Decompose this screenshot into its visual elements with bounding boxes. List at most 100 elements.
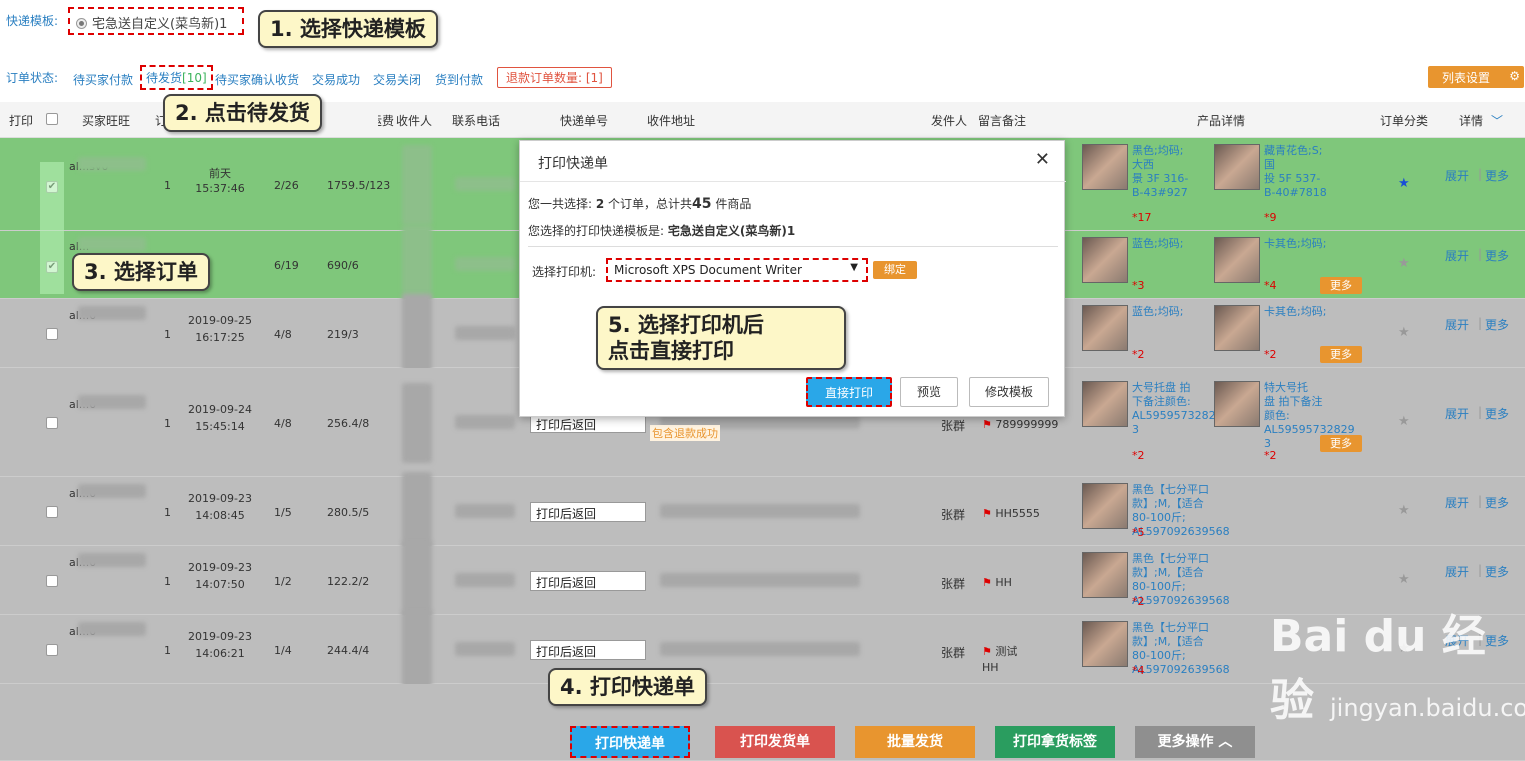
more-link[interactable]: 更多 bbox=[1485, 247, 1509, 264]
more-products-button[interactable]: 更多 bbox=[1320, 277, 1362, 294]
product-thumbnail[interactable] bbox=[1214, 237, 1260, 283]
more-products-button[interactable]: 更多 bbox=[1320, 345, 1362, 363]
product-qty-2: *9 bbox=[1264, 210, 1277, 224]
product-spec-2[interactable]: 藏青花色;S; 国 投 5F 537- B-40#7818 bbox=[1264, 144, 1354, 200]
checkbox-icon[interactable] bbox=[46, 574, 58, 587]
checkbox-icon[interactable] bbox=[46, 416, 58, 429]
expand-link[interactable]: 展开 bbox=[1445, 167, 1469, 184]
blurred-phone bbox=[455, 257, 515, 271]
expand-link[interactable]: 展开 bbox=[1445, 247, 1469, 264]
select-all-checkbox[interactable] bbox=[46, 113, 58, 128]
checkbox-icon[interactable] bbox=[46, 643, 58, 656]
row-checkbox[interactable] bbox=[46, 505, 58, 521]
more-link[interactable]: 更多 bbox=[1485, 167, 1509, 184]
star-icon[interactable]: ★ bbox=[1398, 503, 1410, 518]
preview-button[interactable]: 预览 bbox=[900, 377, 958, 407]
template-chosen: 宅急送自定义(菜鸟新)1 bbox=[667, 224, 796, 238]
tracking-input[interactable]: 打印后返回 bbox=[530, 570, 646, 591]
order-count: 1 bbox=[164, 416, 171, 430]
th-receiver: 收件人 bbox=[396, 114, 433, 128]
table-row[interactable]: al...0 1 2019-09-23 14:08:45 1/5 280.5/5… bbox=[0, 471, 1525, 552]
template-prefix: 您选择的打印快递模板是: bbox=[528, 224, 668, 238]
product-spec-1[interactable]: 蓝色;均码; bbox=[1132, 237, 1212, 251]
summary-mid: 个订单，总计共 bbox=[604, 197, 693, 211]
product-thumbnail[interactable] bbox=[1082, 237, 1128, 283]
blurred-buyer bbox=[78, 552, 146, 567]
product-thumbnail[interactable] bbox=[1082, 305, 1128, 351]
more-link[interactable]: 更多 bbox=[1485, 316, 1509, 333]
product-thumbnail[interactable] bbox=[1214, 305, 1260, 351]
product-spec-2[interactable]: 卡其色;均码; bbox=[1264, 305, 1354, 319]
print-direct-button[interactable]: 直接打印 bbox=[806, 377, 892, 407]
tracking-input[interactable]: 打印后返回 bbox=[530, 639, 646, 660]
separator: | bbox=[1478, 404, 1483, 419]
refund-count-badge[interactable]: 退款订单数量: [1] bbox=[497, 67, 612, 88]
row-checkbox[interactable] bbox=[46, 643, 58, 659]
product-thumbnail[interactable] bbox=[1214, 380, 1260, 427]
radio-icon[interactable] bbox=[76, 18, 87, 29]
star-icon[interactable]: ★ bbox=[1398, 256, 1410, 271]
remark-value: 789999999 bbox=[995, 417, 1059, 431]
star-icon[interactable]: ★ bbox=[1398, 325, 1410, 340]
row-checkbox[interactable] bbox=[46, 574, 58, 590]
product-spec-1[interactable]: 蓝色;均码; bbox=[1132, 305, 1212, 319]
more-link[interactable]: 更多 bbox=[1485, 563, 1509, 580]
product-thumbnail[interactable] bbox=[1082, 621, 1128, 667]
star-icon[interactable]: ★ bbox=[1398, 414, 1410, 429]
template-radio-option[interactable]: 宅急送自定义(菜鸟新)1 bbox=[68, 7, 244, 35]
chevron-down-icon[interactable]: ﹀ bbox=[1491, 112, 1503, 129]
item-ratio: 6/19 bbox=[274, 259, 299, 272]
order-date: 2019-09-23 bbox=[188, 629, 252, 643]
product-thumbnail[interactable] bbox=[1082, 380, 1128, 427]
dropdown-arrow-icon[interactable]: ▼ bbox=[850, 262, 858, 273]
more-link[interactable]: 更多 bbox=[1485, 494, 1509, 511]
blurred-buyer bbox=[78, 621, 146, 636]
blurred-receiver bbox=[402, 293, 432, 374]
tab-cod[interactable]: 货到付款 bbox=[435, 71, 483, 88]
star-icon[interactable]: ★ bbox=[1398, 572, 1410, 587]
product-spec-1[interactable]: 大号托盘 拍 下备注颜色: AL59595732829 3 bbox=[1132, 381, 1223, 437]
printer-select[interactable]: Microsoft XPS Document Writer ▼ bbox=[606, 258, 868, 282]
more-products-button[interactable]: 更多 bbox=[1320, 434, 1362, 452]
bind-button[interactable]: 绑定 bbox=[873, 261, 917, 279]
checkbox-icon[interactable] bbox=[46, 505, 58, 518]
tab-awaiting-confirmation[interactable]: 待买家确认收货 bbox=[215, 71, 299, 88]
product-thumbnail[interactable] bbox=[1214, 144, 1260, 190]
star-icon[interactable]: ★ bbox=[1398, 176, 1410, 191]
expand-link[interactable]: 展开 bbox=[1445, 563, 1469, 580]
item-ratio: 1/5 bbox=[274, 505, 292, 519]
print-express-button[interactable]: 打印快递单 bbox=[570, 726, 690, 758]
tab-awaiting-payment[interactable]: 待买家付款 bbox=[73, 71, 133, 88]
product-qty-1: *3 bbox=[1132, 279, 1145, 292]
print-delivery-button[interactable]: 打印发货单 bbox=[715, 726, 835, 758]
baidu-watermark-url: jingyan.baidu.com bbox=[1330, 694, 1525, 722]
checkbox-icon[interactable] bbox=[46, 113, 58, 125]
separator: | bbox=[1478, 562, 1483, 577]
fee-weight: 256.4/8 bbox=[327, 416, 370, 430]
more-link[interactable]: 更多 bbox=[1485, 405, 1509, 422]
tab-awaiting-shipment[interactable]: 待发货[10] bbox=[140, 65, 213, 90]
row-checkbox[interactable] bbox=[46, 416, 58, 432]
tab-completed[interactable]: 交易成功 bbox=[312, 71, 360, 88]
tab-label: 待发货 bbox=[146, 71, 183, 85]
row-checkbox[interactable] bbox=[46, 327, 58, 343]
tab-closed[interactable]: 交易关闭 bbox=[373, 71, 421, 88]
close-icon[interactable]: ✕ bbox=[1035, 149, 1050, 170]
product-thumbnail[interactable] bbox=[1082, 144, 1128, 190]
tracking-input[interactable]: 打印后返回 bbox=[530, 501, 646, 522]
product-spec-2[interactable]: 卡其色;均码; bbox=[1264, 237, 1354, 251]
more-operations-button[interactable]: 更多操作 ︿ bbox=[1135, 726, 1255, 758]
print-label-button[interactable]: 打印拿货标签 bbox=[995, 726, 1115, 758]
batch-ship-button[interactable]: 批量发货 bbox=[855, 726, 975, 758]
product-thumbnail[interactable] bbox=[1082, 483, 1128, 529]
remark-text: ⚑ 测试 HH bbox=[982, 644, 1017, 676]
expand-link[interactable]: 展开 bbox=[1445, 494, 1469, 511]
product-spec-1[interactable]: 黑色;均码; 大西 景 3F 316- B-43#927 bbox=[1132, 144, 1212, 200]
order-date: 前天 bbox=[209, 166, 231, 180]
product-thumbnail[interactable] bbox=[1082, 552, 1128, 598]
edit-template-button[interactable]: 修改模板 bbox=[969, 377, 1049, 407]
expand-link[interactable]: 展开 bbox=[1445, 405, 1469, 422]
expand-link[interactable]: 展开 bbox=[1445, 316, 1469, 333]
list-settings-button[interactable]: 列表设置 ⚙ bbox=[1428, 66, 1524, 88]
checkbox-icon[interactable] bbox=[46, 327, 58, 340]
